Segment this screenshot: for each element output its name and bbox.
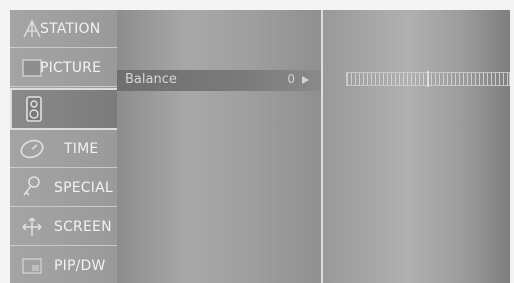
menu-label-picture: PICTURE (40, 59, 102, 76)
key-icon (18, 174, 46, 202)
pip-icon (18, 252, 46, 280)
menu-item-special[interactable]: SPECIAL (10, 169, 117, 207)
menu-label-station: STATION (40, 20, 101, 37)
menu-item-screen[interactable]: SCREEN (10, 208, 117, 246)
menu-item-picture[interactable]: PICTURE (10, 49, 117, 87)
move-arrows-icon (18, 213, 46, 241)
menu-item-sound[interactable] (10, 88, 117, 130)
menu-item-station[interactable]: STATION (10, 10, 117, 48)
menu-item-time[interactable]: TIME (10, 130, 117, 168)
balance-scale-indicator (427, 71, 429, 87)
balance-label: Balance (125, 72, 177, 87)
arrow-right-icon (302, 76, 309, 84)
osd-frame: STATION PICTURE TIME SPECIAL SCREEN PIP/… (10, 10, 510, 283)
menu-label-pip: PIP/DW (54, 258, 106, 274)
menu-label-screen: SCREEN (54, 218, 112, 235)
balance-scale[interactable] (346, 71, 510, 87)
clock-icon (18, 135, 46, 163)
menu-label-time: TIME (64, 140, 99, 157)
menu-item-pip[interactable]: PIP/DW (10, 247, 117, 283)
balance-value: 0 (287, 72, 295, 86)
balance-row[interactable]: Balance 0 (117, 70, 321, 91)
main-menu: STATION PICTURE TIME SPECIAL SCREEN PIP/… (10, 10, 117, 283)
speaker-icon (20, 95, 48, 123)
adjust-panel (323, 10, 510, 283)
submenu-panel (117, 10, 321, 283)
menu-label-special: SPECIAL (54, 179, 113, 196)
